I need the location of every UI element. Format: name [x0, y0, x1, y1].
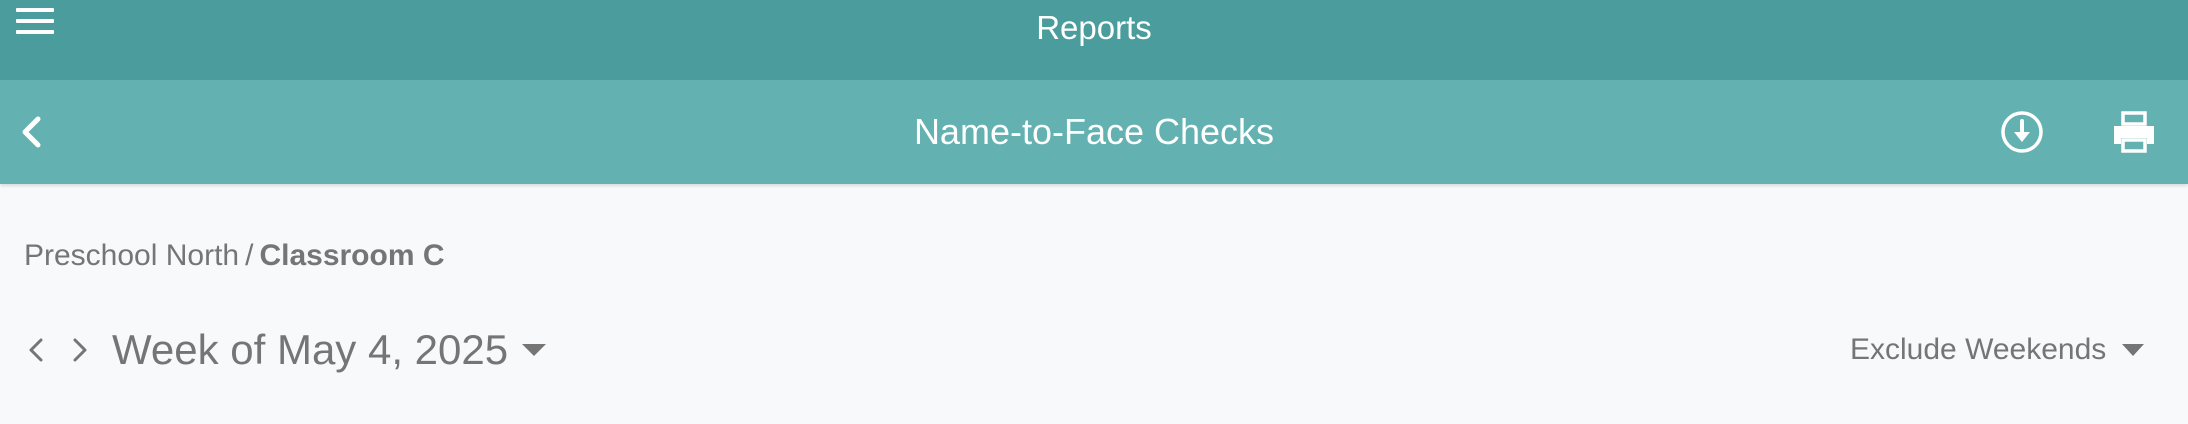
printer-icon	[2114, 111, 2154, 153]
print-button[interactable]	[2110, 110, 2158, 154]
week-navigation: Week of May 4, 2025 Exclude Weekends	[0, 320, 2188, 380]
download-button[interactable]	[2000, 110, 2044, 154]
download-circle-icon	[2001, 111, 2043, 153]
report-toolbar: Name-to-Face Checks	[0, 80, 2188, 184]
week-label[interactable]: Week of May 4, 2025	[112, 320, 508, 380]
next-week-button[interactable]	[64, 332, 94, 368]
app-header: Reports	[0, 0, 2188, 80]
chevron-right-icon	[73, 338, 87, 362]
report-title: Name-to-Face Checks	[913, 111, 1275, 152]
previous-week-button[interactable]	[22, 332, 52, 368]
chevron-left-icon	[29, 338, 43, 362]
breadcrumb: Preschool North / Classroom C	[24, 238, 445, 274]
caret-down-icon	[2122, 344, 2144, 356]
weekend-filter-value: Exclude Weekends	[1850, 333, 2107, 366]
breadcrumb-separator: /	[245, 239, 254, 272]
weekend-filter-select[interactable]: Exclude Weekends	[1846, 320, 2156, 380]
breadcrumb-current: Classroom C	[259, 239, 445, 272]
week-dropdown-button[interactable]	[520, 342, 548, 358]
app-title: Reports	[1036, 9, 1152, 46]
caret-down-icon	[522, 344, 546, 356]
breadcrumb-parent[interactable]: Preschool North	[24, 239, 239, 272]
